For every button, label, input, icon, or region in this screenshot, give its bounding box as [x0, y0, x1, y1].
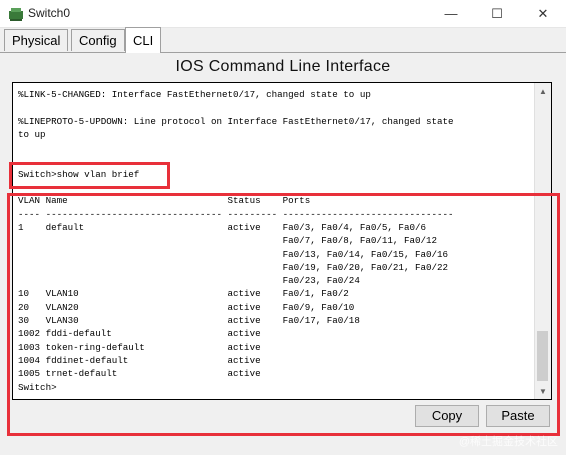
watermark: @稀土掘金技术社区 [458, 436, 558, 448]
tab-config[interactable]: Config [71, 29, 125, 51]
window-title: Switch0 [28, 6, 71, 20]
cisco-switch-icon [9, 8, 23, 21]
terminal-line: %LINK-5-CHANGED: Interface FastEthernet0… [18, 89, 371, 100]
title-bar: Switch0 — ☐ ✕ [0, 0, 566, 28]
terminal-line: to up [18, 128, 46, 140]
close-button[interactable]: ✕ [520, 0, 566, 27]
tab-physical[interactable]: Physical [4, 29, 69, 51]
minimize-button[interactable]: — [428, 0, 474, 27]
command-highlight-box [9, 162, 170, 189]
maximize-button[interactable]: ☐ [474, 0, 520, 27]
terminal-line: %LINEPROTO-5-UPDOWN: Line protocol on In… [18, 115, 454, 127]
tab-bar: Physical Config CLI [0, 27, 566, 53]
output-highlight-box [7, 193, 560, 436]
scroll-up-icon[interactable]: ▲ [535, 83, 551, 99]
tab-cli[interactable]: CLI [125, 27, 162, 53]
panel-title: IOS Command Line Interface [175, 58, 391, 75]
